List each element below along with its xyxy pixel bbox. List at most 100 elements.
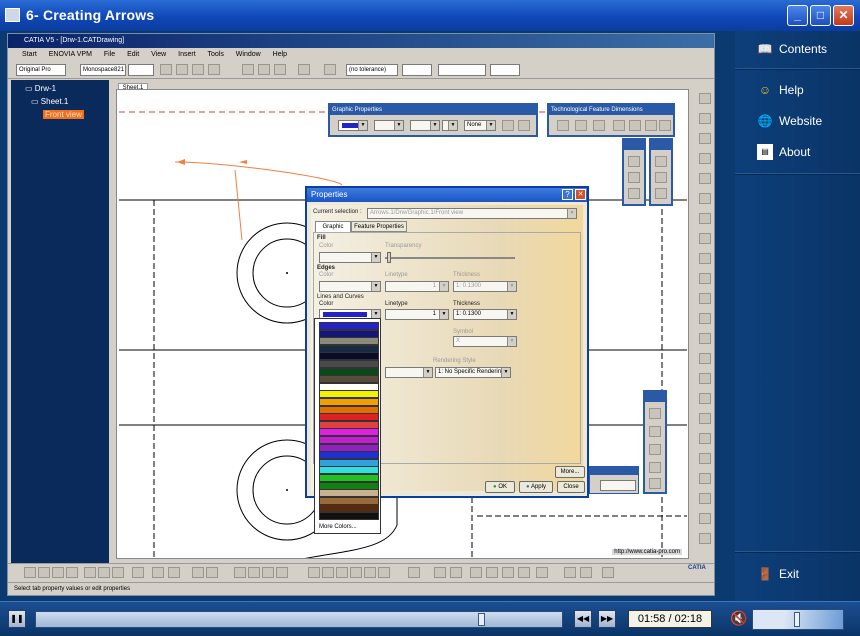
clash-button[interactable] bbox=[580, 567, 592, 578]
zoom-out-button[interactable] bbox=[350, 567, 362, 578]
pause-button[interactable]: ❚❚ bbox=[8, 610, 26, 628]
dimension-extra-select[interactable] bbox=[490, 64, 520, 76]
arc-button[interactable] bbox=[649, 478, 661, 489]
volume-thumb[interactable] bbox=[794, 612, 800, 627]
menu-view[interactable]: View bbox=[151, 51, 166, 58]
tech-dim-1-button[interactable] bbox=[557, 120, 569, 131]
dimension-format-select[interactable] bbox=[438, 64, 486, 76]
edges-linetype-combo[interactable]: 1 ▼ bbox=[385, 281, 449, 292]
detail-tool-button[interactable] bbox=[699, 153, 711, 164]
table-insert-button[interactable] bbox=[655, 188, 667, 199]
position-button[interactable] bbox=[434, 567, 446, 578]
position-value-combo[interactable] bbox=[600, 480, 636, 491]
bold-button[interactable] bbox=[160, 64, 172, 75]
zoom-in-button[interactable] bbox=[336, 567, 348, 578]
dim-system-button[interactable] bbox=[450, 567, 462, 578]
gp-layer-combo[interactable]: None ▼ bbox=[464, 120, 496, 131]
layer-combo[interactable]: ▼ bbox=[385, 367, 433, 378]
menu-enovia[interactable]: ENOVIA VPM bbox=[49, 51, 92, 58]
thread-tool-button[interactable] bbox=[699, 413, 711, 424]
tech-dim-6-button[interactable] bbox=[645, 120, 657, 131]
line-button[interactable] bbox=[649, 426, 661, 437]
table-button[interactable] bbox=[518, 567, 530, 578]
table-tool-button[interactable] bbox=[699, 273, 711, 284]
website-link[interactable]: 🌐 Website bbox=[757, 113, 823, 129]
properties-button[interactable] bbox=[536, 567, 548, 578]
dress-2-button[interactable] bbox=[628, 172, 640, 183]
previous-button[interactable]: ◀◀ bbox=[574, 610, 592, 628]
menu-tools[interactable]: Tools bbox=[207, 51, 223, 58]
frame-button[interactable] bbox=[298, 64, 310, 75]
edges-thickness-combo[interactable]: 1: 0.1300 ▼ bbox=[453, 281, 517, 292]
tolerance-tool-button[interactable] bbox=[699, 253, 711, 264]
tab-graphic[interactable]: Graphic bbox=[315, 221, 351, 232]
tech-dim-2-button[interactable] bbox=[575, 120, 587, 131]
gp-color-combo[interactable]: ▼ bbox=[338, 120, 368, 131]
sketch-tool-button[interactable] bbox=[699, 93, 711, 104]
picture-button[interactable] bbox=[502, 567, 514, 578]
knowledge-button[interactable] bbox=[206, 567, 218, 578]
volume-slider[interactable] bbox=[752, 609, 844, 630]
dialog-close-icon[interactable]: ✕ bbox=[575, 189, 586, 200]
snap-button[interactable] bbox=[248, 567, 260, 578]
measure-button[interactable] bbox=[564, 567, 576, 578]
text-tool-button[interactable] bbox=[699, 313, 711, 324]
copy-button[interactable] bbox=[98, 567, 110, 578]
cursor-button[interactable] bbox=[276, 567, 288, 578]
area-fill-button[interactable] bbox=[699, 453, 711, 464]
analysis-display-button[interactable] bbox=[262, 567, 274, 578]
arrow-tool-button[interactable] bbox=[699, 353, 711, 364]
balloon-tool-button[interactable] bbox=[699, 373, 711, 384]
help-link[interactable]: ☺ Help bbox=[757, 82, 804, 98]
rendering-style-combo[interactable]: 1: No Specific Renderin ▼ bbox=[435, 367, 511, 378]
dialog-close-button[interactable]: Close bbox=[557, 481, 585, 493]
tech-dim-3-button[interactable] bbox=[593, 120, 605, 131]
dimension-tool-button[interactable] bbox=[699, 233, 711, 244]
circle-button[interactable] bbox=[649, 444, 661, 455]
analysis-tool-button[interactable] bbox=[699, 513, 711, 524]
mute-speaker-icon[interactable]: 🔇 bbox=[730, 610, 747, 627]
strike-button[interactable] bbox=[208, 64, 220, 75]
menu-insert[interactable]: Insert bbox=[178, 51, 196, 58]
dress-1-button[interactable] bbox=[628, 156, 640, 167]
italic-button[interactable] bbox=[176, 64, 188, 75]
paste-button[interactable] bbox=[112, 567, 124, 578]
arrow-button[interactable] bbox=[655, 172, 667, 183]
edges-color-combo[interactable]: ▼ bbox=[319, 281, 381, 292]
gp-thickness-combo[interactable]: ▼ bbox=[410, 120, 440, 131]
compass-tool-button[interactable] bbox=[699, 533, 711, 544]
symbol-button[interactable] bbox=[324, 64, 336, 75]
center-tool-button[interactable] bbox=[699, 433, 711, 444]
point-button[interactable] bbox=[649, 408, 661, 419]
transparency-slider[interactable] bbox=[385, 252, 515, 263]
current-selection-combo[interactable]: Arrows.1/Drw/Graphic.1/Front view ▼ bbox=[367, 208, 577, 219]
font-select[interactable]: Monospace821 bbox=[80, 64, 126, 76]
dress-3-button[interactable] bbox=[628, 188, 640, 199]
text-button[interactable] bbox=[655, 156, 667, 167]
update-all-button[interactable] bbox=[602, 567, 614, 578]
new-file-button[interactable] bbox=[24, 567, 36, 578]
about-link[interactable]: ▤ About bbox=[757, 144, 810, 160]
menu-edit[interactable]: Edit bbox=[127, 51, 139, 58]
color-swatch[interactable] bbox=[319, 512, 379, 520]
normal-view-button[interactable] bbox=[378, 567, 390, 578]
lines-linetype-combo[interactable]: 1 ▼ bbox=[385, 309, 449, 320]
grid-button[interactable] bbox=[234, 567, 246, 578]
painter-button[interactable] bbox=[502, 120, 514, 131]
next-button[interactable]: ▶▶ bbox=[598, 610, 616, 628]
copy-format-button[interactable] bbox=[518, 120, 530, 131]
minimize-button[interactable]: _ bbox=[787, 5, 808, 26]
symbol-tool-button[interactable] bbox=[699, 333, 711, 344]
cut-button[interactable] bbox=[84, 567, 96, 578]
break-tool-button[interactable] bbox=[699, 193, 711, 204]
tree-root[interactable]: ▭ Drw-1 bbox=[25, 84, 56, 93]
menu-start[interactable]: Start bbox=[22, 51, 37, 58]
lines-thickness-combo[interactable]: 1: 0.1300 ▼ bbox=[453, 309, 517, 320]
ok-button[interactable]: ● OK bbox=[485, 481, 515, 493]
contents-link[interactable]: 📖 Contents bbox=[757, 41, 828, 57]
maximize-button[interactable]: □ bbox=[810, 5, 831, 26]
help-question-icon[interactable]: ? bbox=[562, 189, 573, 200]
tab-feature-properties[interactable]: Feature Properties bbox=[351, 221, 407, 232]
view-tool-button[interactable] bbox=[699, 113, 711, 124]
more-button[interactable]: More... bbox=[555, 466, 585, 478]
